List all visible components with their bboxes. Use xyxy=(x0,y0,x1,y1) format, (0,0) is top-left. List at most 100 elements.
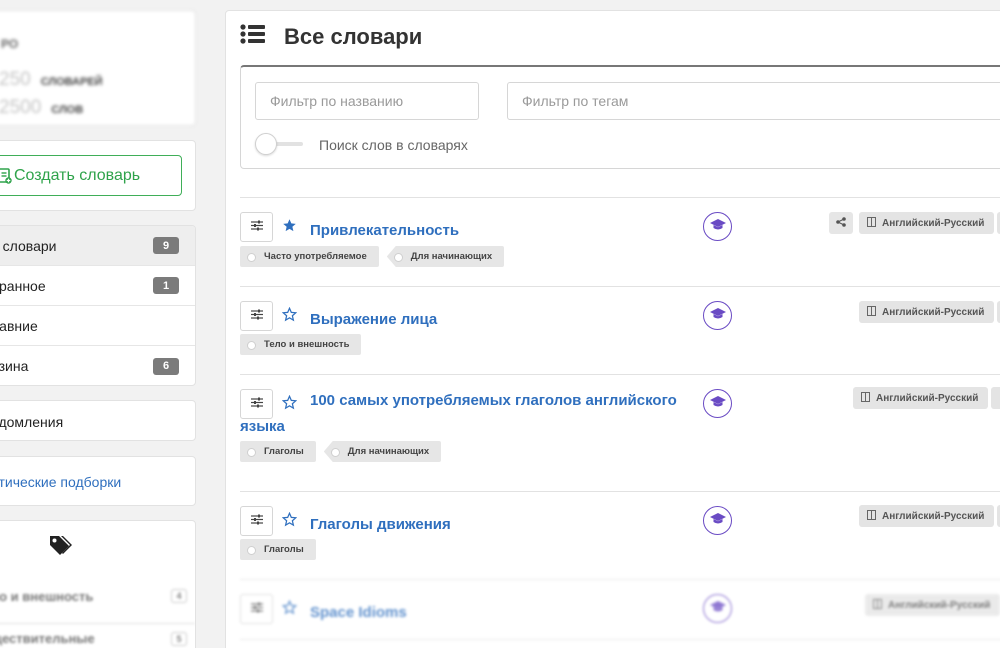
tag-chip[interactable]: Глаголы xyxy=(240,441,316,462)
nav-item-label: бранное xyxy=(0,277,46,294)
dictionary-row: Выражение лица Английский-Русский Тело и… xyxy=(240,286,1000,374)
stats-dictionaries-count: 250 xyxy=(0,69,31,90)
create-card: Создать словарь xyxy=(0,140,196,211)
graduation-cap-icon xyxy=(709,512,726,530)
tag-chip[interactable]: Глаголы xyxy=(240,539,316,560)
book-icon xyxy=(873,598,882,612)
language-label: Английский-Русский xyxy=(882,217,985,229)
dictionary-tags: Тело и внешность xyxy=(240,334,362,355)
learn-button[interactable] xyxy=(703,594,732,623)
filter-by-tags-input[interactable] xyxy=(507,82,1000,120)
language-badge[interactable]: Английский-Русский xyxy=(859,301,995,323)
sidebar-tag-item[interactable]: ло и внешность 4 xyxy=(0,581,195,611)
tag-chip[interactable]: Часто употребляемое xyxy=(240,246,379,267)
sidebar-tag-item[interactable]: ществительные 5 xyxy=(0,623,195,648)
graduation-cap-icon xyxy=(709,218,726,236)
stats-words-label: СЛОВ xyxy=(51,104,84,116)
graduation-cap-icon xyxy=(709,395,726,413)
language-badge[interactable]: Английский-Русский xyxy=(859,505,995,527)
add-document-icon xyxy=(0,167,12,184)
dictionary-settings-button[interactable] xyxy=(240,301,273,331)
dictionary-row xyxy=(240,639,1000,648)
book-icon xyxy=(861,391,870,405)
sidebar: РО 250 СЛОВАРЕЙ 2500 СЛОВ Создать словар xyxy=(0,0,196,648)
dictionary-nav: е словари 9 бранное 1 давние рзина 6 xyxy=(0,225,196,386)
notifications-link[interactable]: едомления xyxy=(0,400,196,441)
stats-words: 2500 СЛОВ xyxy=(0,97,83,119)
nav-item-recent[interactable]: давние xyxy=(0,306,195,346)
tag-chip[interactable]: Тело и внешность xyxy=(240,334,362,355)
dictionary-row: Привлекательность Английский-Русский Час… xyxy=(240,197,1000,286)
list-icon xyxy=(240,23,266,50)
language-badge[interactable]: Английский-Русский xyxy=(853,387,989,409)
sliders-icon xyxy=(250,218,263,236)
nav-item-label: е словари xyxy=(0,237,57,254)
nav-item-trash[interactable]: рзина 6 xyxy=(0,346,195,385)
search-words-toggle[interactable] xyxy=(255,133,305,155)
language-badge[interactable]: Английский-Русский xyxy=(865,594,1000,616)
main-panel: Все словари Поиск слов в словарях Привле… xyxy=(225,10,1000,648)
dictionary-settings-button[interactable] xyxy=(240,506,273,536)
stats-title: РО xyxy=(1,37,19,51)
favorite-star-icon[interactable] xyxy=(281,599,298,620)
search-words-label: Поиск слов в словарях xyxy=(319,137,468,153)
stats-dictionaries: 250 СЛОВАРЕЙ xyxy=(0,69,103,91)
dictionary-title[interactable]: 100 самых употребляемых глаголов английс… xyxy=(240,388,680,440)
sliders-icon xyxy=(250,307,263,325)
language-label: Английский-Русский xyxy=(888,599,991,611)
filter-by-name-input[interactable] xyxy=(255,82,479,120)
nav-item-label: давние xyxy=(0,317,38,334)
tag-chip[interactable]: Для начинающих xyxy=(323,441,442,462)
book-icon xyxy=(867,509,876,523)
sidebar-tag-count: 5 xyxy=(171,631,187,646)
tags-icon xyxy=(47,533,73,562)
sliders-icon xyxy=(250,512,263,530)
nav-item-label: рзина xyxy=(0,358,29,374)
thematic-collections-label: атические подборки xyxy=(0,474,122,490)
book-icon xyxy=(867,305,876,319)
dictionary-tags: Глаголы Для начинающих xyxy=(240,441,442,462)
dictionary-row: Глаголы движения Английский-Русский Глаг… xyxy=(240,491,1000,579)
language-label: Английский-Русский xyxy=(876,392,979,404)
learn-button[interactable] xyxy=(703,212,732,241)
share-icon xyxy=(836,214,846,232)
learn-button[interactable] xyxy=(703,506,732,535)
nav-item-favorites[interactable]: бранное 1 xyxy=(0,266,195,306)
sidebar-tag-label: ществительные xyxy=(0,631,95,646)
create-dictionary-button[interactable]: Создать словарь xyxy=(0,155,182,196)
page-header: Все словари xyxy=(240,23,422,50)
nav-item-count: 6 xyxy=(153,357,179,375)
learn-button[interactable] xyxy=(703,389,732,418)
language-badge[interactable]: Английский-Русский xyxy=(859,212,995,234)
notifications-label: едомления xyxy=(0,414,64,430)
dictionary-settings-button[interactable] xyxy=(240,212,273,242)
book-icon xyxy=(867,216,876,230)
dictionary-title[interactable]: Выражение лица xyxy=(310,307,670,333)
language-label: Английский-Русский xyxy=(882,306,985,318)
page-title: Все словари xyxy=(284,23,423,49)
stats-words-count: 2500 xyxy=(0,97,42,118)
share-button[interactable] xyxy=(829,212,853,234)
dictionary-settings-button[interactable] xyxy=(240,594,273,624)
extra-badge[interactable] xyxy=(991,387,1000,409)
graduation-cap-icon xyxy=(709,307,726,325)
thematic-collections-link[interactable]: атические подборки xyxy=(0,456,196,506)
nav-item-count: 1 xyxy=(153,277,179,294)
dictionary-tags: Часто употребляемое Для начинающих xyxy=(240,246,505,267)
sidebar-tag-label: ло и внешность xyxy=(0,588,94,604)
graduation-cap-icon xyxy=(709,600,726,618)
favorite-star-icon[interactable] xyxy=(282,218,297,238)
favorite-star-icon[interactable] xyxy=(281,511,298,532)
dictionary-title[interactable]: Привлекательность xyxy=(310,218,670,244)
filter-panel: Поиск слов в словарях xyxy=(240,65,1000,169)
sliders-icon xyxy=(250,600,263,618)
nav-item-all[interactable]: е словари 9 xyxy=(0,226,195,266)
sidebar-tag-count: 4 xyxy=(171,589,187,603)
create-dictionary-label: Создать словарь xyxy=(14,166,141,184)
favorite-star-icon[interactable] xyxy=(281,306,298,327)
dictionary-title[interactable]: Space Idioms xyxy=(310,600,670,626)
learn-button[interactable] xyxy=(703,301,732,330)
tag-chip[interactable]: Для начинающих xyxy=(386,246,505,267)
dictionary-title[interactable]: Глаголы движения xyxy=(310,512,670,538)
dictionary-tags: Глаголы xyxy=(240,539,316,560)
